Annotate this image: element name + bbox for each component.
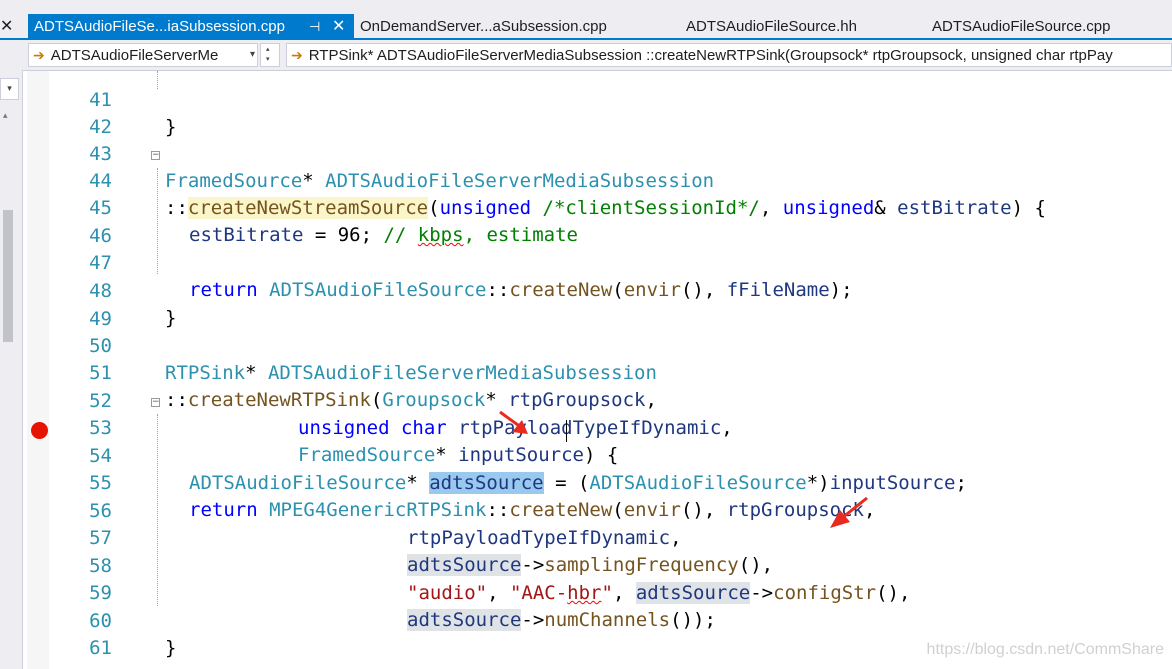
- code-line[interactable]: 57 adtsSource->samplingFrequency(),: [0, 498, 1172, 576]
- code-line[interactable]: 56 rtpPayloadTypeIfDynamic,: [0, 471, 1172, 549]
- tab-adtsaudiofileservermediasubsession-cpp[interactable]: ADTSAudioFileSe...iaSubsession.cpp ⊣ ✕: [28, 14, 354, 40]
- code-line[interactable]: 45 estBitrate = 96; // kbps, estimate: [0, 168, 1172, 246]
- code-line[interactable]: 51 ::createNewRTPSink(Groupsock* rtpGrou…: [0, 333, 1172, 411]
- code-line[interactable]: 47 return ADTSAudioFileSource::createNew…: [0, 223, 1172, 301]
- tab-label: ADTSAudioFileSource.hh: [686, 18, 857, 35]
- code-line[interactable]: 42: [0, 87, 1172, 138]
- pin-icon[interactable]: ⊣: [309, 14, 320, 40]
- tab-strip: ✕ ADTSAudioFileSe...iaSubsession.cpp ⊣ ✕…: [0, 0, 1172, 40]
- code-line[interactable]: 59 adtsSource->numChannels());: [0, 553, 1172, 631]
- code-line[interactable]: 58 "audio", "AAC-hbr", adtsSource->confi…: [0, 526, 1172, 604]
- text-caret: [566, 420, 567, 442]
- code-line[interactable]: 54 ADTSAudioFileSource* adtsSource = (AD…: [0, 416, 1172, 494]
- tab-label: OnDemandServer...aSubsession.cpp: [360, 18, 607, 35]
- close-icon[interactable]: ✕: [0, 14, 14, 40]
- tab-adtsaudiofilesource-hh[interactable]: ADTSAudioFileSource.hh: [686, 14, 857, 40]
- code-line[interactable]: 60 }: [0, 581, 1172, 659]
- code-line[interactable]: 43 FramedSource* ADTSAudioFileServerMedi…: [0, 114, 1172, 192]
- code-line[interactable]: 46: [0, 196, 1172, 247]
- code-line[interactable]: 41 }: [0, 60, 1172, 138]
- code-line[interactable]: 50 RTPSink* ADTSAudioFileServerMediaSubs…: [0, 306, 1172, 384]
- line-number: 61: [89, 637, 112, 659]
- code-line[interactable]: 61: [0, 608, 1172, 659]
- code-line[interactable]: 48 }: [0, 251, 1172, 329]
- code-line[interactable]: 49: [0, 279, 1172, 330]
- close-icon[interactable]: ✕: [332, 14, 345, 40]
- code-line[interactable]: 44 ::createNewStreamSource(unsigned /*cl…: [0, 141, 1172, 219]
- watermark: https://blog.csdn.net/CommShare: [926, 641, 1164, 658]
- code-text: }: [165, 637, 177, 659]
- tab-adtsaudiofilesource-cpp[interactable]: ADTSAudioFileSource.cpp: [932, 14, 1110, 40]
- tab-ondemandservermediasubsession-cpp[interactable]: OnDemandServer...aSubsession.cpp: [360, 14, 607, 40]
- tab-label: ADTSAudioFileSe...iaSubsession.cpp: [34, 18, 285, 35]
- code-line[interactable]: 52 unsigned char rtpPayloadTypeIfDynamic…: [0, 361, 1172, 439]
- code-line[interactable]: 55 return MPEG4GenericRTPSink::createNew…: [0, 443, 1172, 521]
- code-line[interactable]: 53 FramedSource* inputSource) {: [0, 388, 1172, 466]
- tab-label: ADTSAudioFileSource.cpp: [932, 18, 1111, 35]
- chevron-up-icon[interactable]: ▴: [266, 45, 270, 53]
